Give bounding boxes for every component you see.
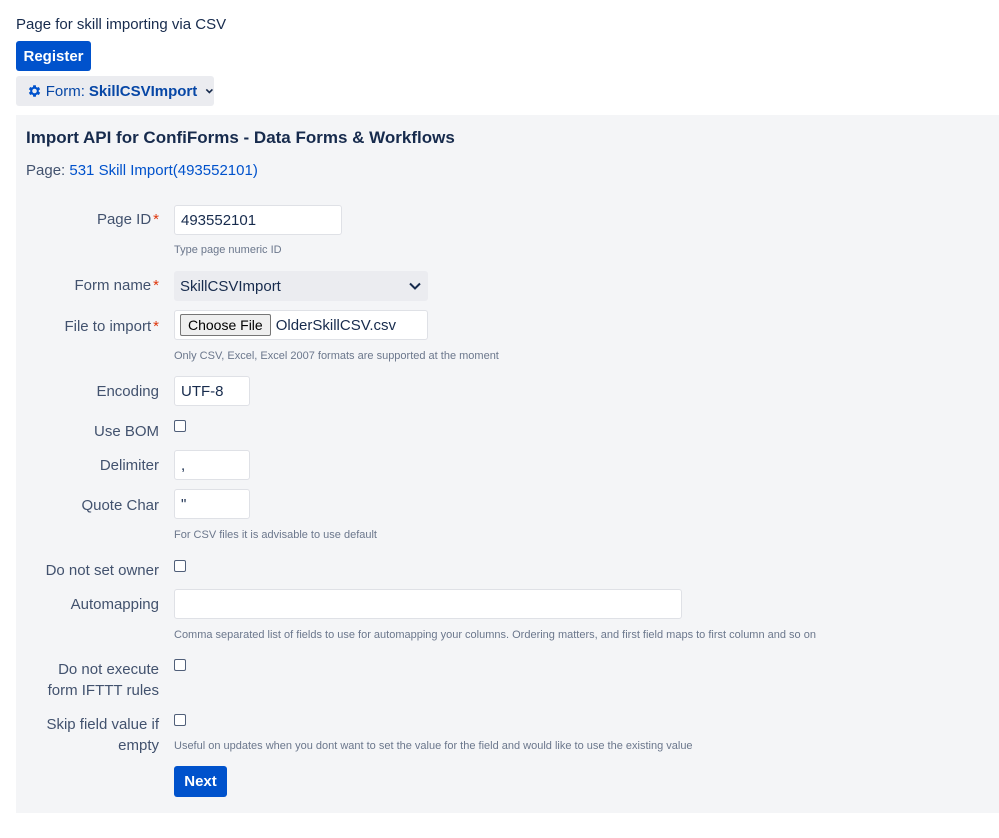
skip-empty-label: Skip field value if empty bbox=[16, 714, 159, 756]
choose-file-button[interactable]: Choose File bbox=[180, 314, 271, 336]
quote-char-input[interactable]: " bbox=[174, 489, 250, 519]
chevron-down-icon bbox=[409, 282, 421, 290]
delimiter-input[interactable]: , bbox=[174, 450, 250, 480]
page-reference: Page: 531 Skill Import(493552101) bbox=[26, 162, 258, 179]
gear-icon bbox=[28, 85, 41, 97]
required-marker: * bbox=[153, 277, 159, 294]
required-marker: * bbox=[153, 318, 159, 335]
register-button[interactable]: Register bbox=[16, 41, 91, 71]
skip-empty-label-line1: Skip field value if bbox=[46, 716, 159, 733]
automapping-label: Automapping bbox=[70, 596, 159, 613]
skip-empty-label-line2: empty bbox=[118, 737, 159, 754]
form-name-label-text: Form name bbox=[74, 277, 152, 294]
use-bom-label: Use BOM bbox=[93, 423, 159, 440]
quote-char-hint: For CSV files it is advisable to use def… bbox=[174, 529, 377, 541]
chevron-down-icon bbox=[206, 88, 214, 94]
no-ifttt-label-line1: Do not execute bbox=[58, 661, 159, 678]
automapping-hint: Comma separated list of fields to use fo… bbox=[174, 629, 816, 641]
panel-title: Import API for ConfiForms - Data Forms &… bbox=[26, 128, 455, 147]
form-dropdown-toggle[interactable]: Form: SkillCSVImport bbox=[16, 76, 214, 106]
required-marker: * bbox=[153, 211, 159, 228]
do-not-set-owner-checkbox[interactable] bbox=[174, 560, 186, 572]
page-link[interactable]: 531 Skill Import(493552101) bbox=[69, 162, 257, 179]
page-id-hint: Type page numeric ID bbox=[174, 244, 282, 256]
use-bom-checkbox[interactable] bbox=[174, 420, 186, 432]
skip-empty-hint: Useful on updates when you dont want to … bbox=[174, 740, 693, 752]
form-toggle-prefix: Form: bbox=[45, 82, 85, 100]
encoding-input[interactable]: UTF-8 bbox=[174, 376, 250, 406]
do-not-set-owner-label: Do not set owner bbox=[45, 562, 159, 579]
next-button[interactable]: Next bbox=[174, 766, 227, 797]
page-id-input[interactable]: 493552101 bbox=[174, 205, 342, 235]
no-ifttt-checkbox[interactable] bbox=[174, 659, 186, 671]
form-name-selected-value: SkillCSVImport bbox=[180, 277, 281, 295]
page-id-label: Page ID * bbox=[16, 209, 159, 230]
file-import-label: File to import * bbox=[16, 316, 159, 337]
skip-empty-checkbox[interactable] bbox=[174, 714, 186, 726]
no-ifttt-label: Do not execute form IFTTT rules bbox=[16, 659, 159, 701]
form-name-label: Form name * bbox=[16, 275, 159, 296]
page-intro-text: Page for skill importing via CSV bbox=[16, 16, 227, 33]
quote-char-label: Quote Char bbox=[81, 497, 159, 514]
selected-file-name: OlderSkillCSV.csv bbox=[275, 316, 397, 334]
file-import-hint: Only CSV, Excel, Excel 2007 formats are … bbox=[174, 350, 499, 362]
delimiter-label: Delimiter bbox=[99, 457, 159, 474]
import-panel: Import API for ConfiForms - Data Forms &… bbox=[16, 115, 999, 813]
encoding-label: Encoding bbox=[96, 383, 159, 400]
page-reference-prefix: Page: bbox=[26, 162, 66, 179]
file-input[interactable]: Choose File OlderSkillCSV.csv bbox=[174, 310, 428, 340]
form-name-select[interactable]: SkillCSVImport bbox=[174, 271, 428, 301]
form-toggle-name: SkillCSVImport bbox=[88, 82, 198, 100]
page-id-label-text: Page ID bbox=[96, 211, 152, 228]
no-ifttt-label-line2: form IFTTT rules bbox=[47, 682, 159, 699]
automapping-input[interactable] bbox=[174, 589, 682, 619]
file-import-label-text: File to import bbox=[64, 318, 152, 335]
